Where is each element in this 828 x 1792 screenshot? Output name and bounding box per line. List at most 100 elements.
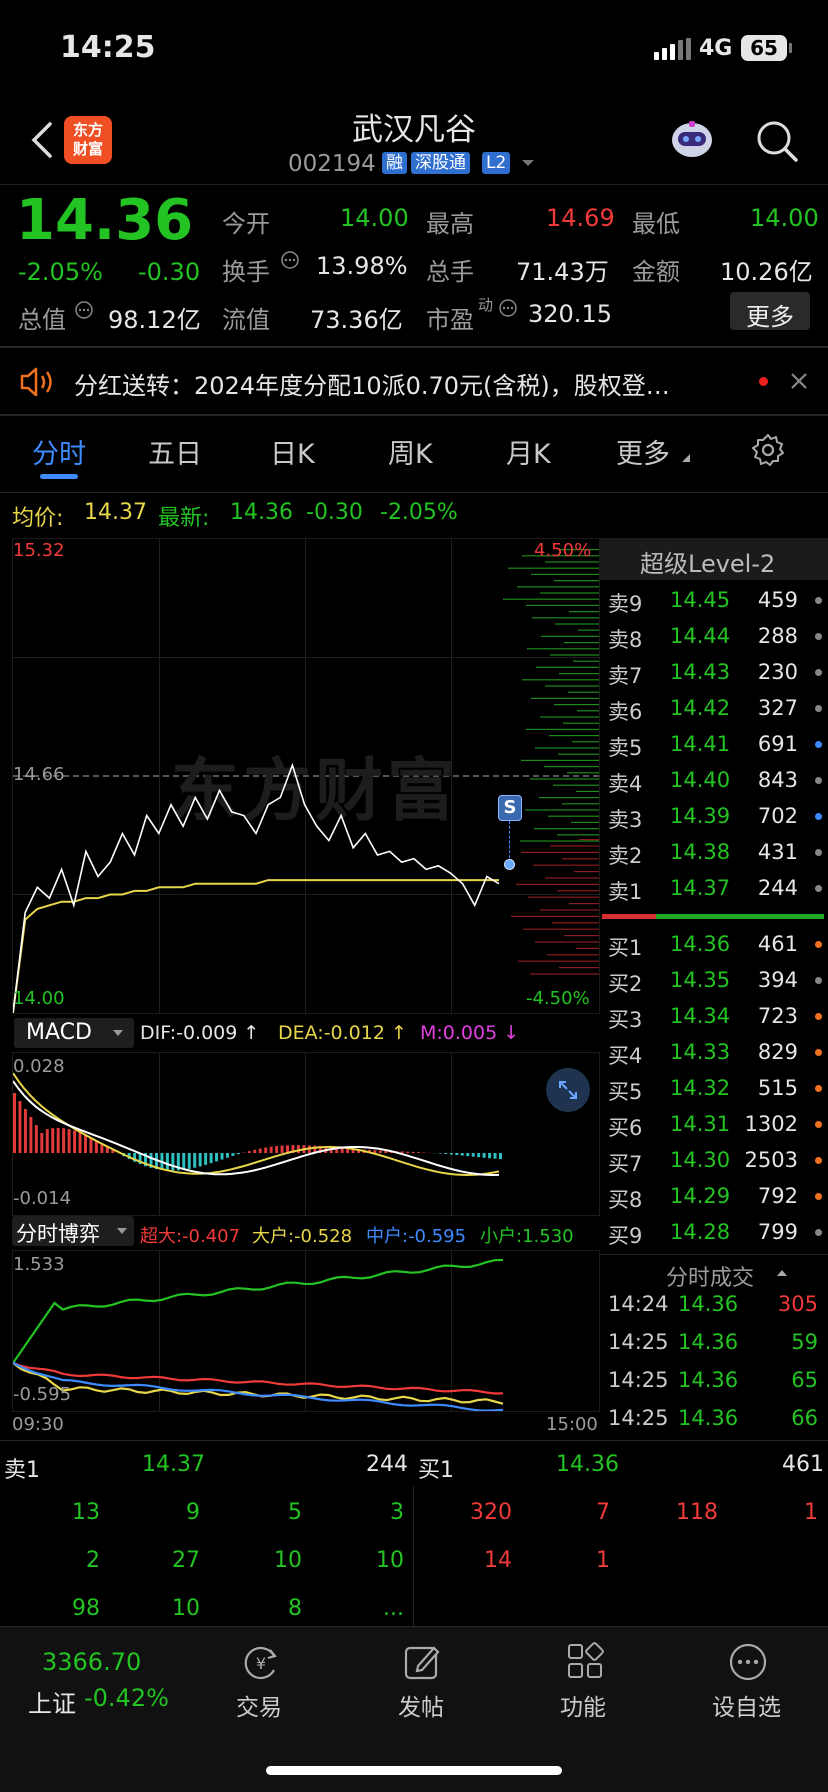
info-icon[interactable] — [280, 250, 300, 270]
bottom-nav: 3366.70 上证 -0.42% ¥ 交易 发帖 功能 设自选 — [0, 1626, 828, 1792]
buy-row[interactable]: 买9 14.28 799 — [606, 1214, 828, 1250]
tab-monthly-k[interactable]: 月K — [506, 432, 551, 471]
sell-row[interactable]: 卖9 14.45 459 — [606, 582, 828, 618]
buy-row[interactable]: 买8 14.29 792 — [606, 1178, 828, 1214]
sell-row[interactable]: 卖7 14.43 230 — [606, 654, 828, 690]
tab-five-day[interactable]: 五日 — [148, 432, 202, 471]
tab-weekly-k[interactable]: 周K — [388, 432, 433, 471]
sell-level-label: 卖6 — [608, 700, 643, 724]
buy-row[interactable]: 买6 14.31 1302 — [606, 1106, 828, 1142]
depth-bar-bid — [579, 839, 599, 841]
sell-row[interactable]: 卖4 14.40 843 — [606, 762, 828, 798]
macd-bar — [466, 1153, 470, 1157]
order-dot-icon — [815, 741, 822, 748]
depth-bar-ask — [526, 604, 599, 606]
macd-bar — [400, 1151, 404, 1153]
expand-chart-button[interactable] — [546, 1068, 590, 1112]
depth-bar-ask — [540, 716, 599, 718]
boyi-chart[interactable] — [12, 1250, 600, 1412]
settings-gear-icon[interactable] — [750, 432, 786, 468]
buy-level-label: 买9 — [608, 1224, 643, 1248]
sell-row[interactable]: 卖8 14.44 288 — [606, 618, 828, 654]
robot-assistant-icon[interactable] — [668, 118, 716, 162]
small-holder-line — [13, 1258, 504, 1364]
sell-row[interactable]: 卖6 14.42 327 — [606, 690, 828, 726]
depth-bar-ask — [567, 772, 599, 774]
sell-row[interactable]: 卖5 14.41 691 — [606, 726, 828, 762]
buy-level-label: 买3 — [608, 1008, 643, 1032]
level2-title: 超级Level-2 — [640, 550, 776, 578]
depth-bar-ask — [531, 573, 599, 575]
buy-volume: 799 — [757, 1220, 798, 1244]
depth-bar-ask — [557, 834, 599, 836]
buy-row[interactable]: 买5 14.32 515 — [606, 1070, 828, 1106]
depth-bar-ask — [526, 728, 599, 730]
sell-volume: 691 — [757, 732, 798, 756]
intraday-chart[interactable]: 东方财富 S — [12, 538, 600, 1014]
nav-watchlist[interactable]: 设自选 — [696, 1632, 806, 1732]
buy-row[interactable]: 买7 14.30 2503 — [606, 1142, 828, 1178]
queue-sell-cell: 3 — [390, 1500, 404, 1525]
home-indicator[interactable] — [266, 1766, 562, 1775]
queue-sell-cell: 8 — [288, 1596, 302, 1621]
depth-bar-ask — [532, 617, 599, 619]
buy-level-label: 买1 — [608, 936, 643, 960]
buy-level-label: 买4 — [608, 1044, 643, 1068]
more-button[interactable]: 更多 — [730, 292, 810, 331]
float-value: 73.36亿 — [310, 306, 403, 334]
depth-bar-ask — [539, 797, 599, 799]
search-icon[interactable] — [754, 118, 800, 164]
connect-badge: 深股通 — [411, 152, 470, 174]
macd-chart[interactable] — [12, 1052, 600, 1216]
current-point — [504, 859, 515, 870]
macd-bar — [417, 1152, 421, 1153]
buy-row[interactable]: 买4 14.33 829 — [606, 1034, 828, 1070]
sell-level-label: 卖4 — [608, 772, 643, 796]
nav-post[interactable]: 发帖 — [372, 1632, 472, 1732]
ticks-title[interactable]: 分时成交 — [666, 1260, 754, 1292]
tab-intraday[interactable]: 分时 — [32, 432, 86, 471]
buy-row[interactable]: 买3 14.34 723 — [606, 998, 828, 1034]
amount-value: 10.26亿 — [720, 258, 813, 286]
dropdown-icon — [113, 1030, 123, 1036]
macd-bar — [23, 1109, 27, 1153]
tick-row: 14:25 14.36 66 — [606, 1406, 828, 1442]
spread-divider — [602, 914, 824, 919]
buy-row[interactable]: 买2 14.35 394 — [606, 962, 828, 998]
info-icon[interactable] — [74, 300, 94, 320]
sell-row[interactable]: 卖1 14.37 244 — [606, 870, 828, 906]
notice-bar[interactable]: 分红送转：2024年度分配10派0.70元(含税)，股权登… — [0, 350, 828, 412]
level2-header[interactable]: 超级Level-2 — [600, 538, 828, 580]
sell-row[interactable]: 卖2 14.38 431 — [606, 834, 828, 870]
queue-sell-cell: 27 — [172, 1548, 200, 1573]
close-icon[interactable] — [788, 370, 810, 392]
macd-bar — [225, 1153, 229, 1158]
dropdown-icon[interactable] — [520, 157, 536, 169]
tab-more[interactable]: 更多 — [616, 432, 670, 471]
macd-bar — [444, 1153, 448, 1155]
tab-daily-k[interactable]: 日K — [270, 432, 315, 471]
status-time: 14:25 — [60, 30, 156, 65]
buy-price: 14.34 — [670, 1004, 731, 1028]
buy-row[interactable]: 买1 14.36 461 — [606, 926, 828, 962]
macd-selector[interactable]: MACD — [14, 1018, 134, 1048]
info-icon[interactable] — [498, 298, 518, 318]
signal-s-badge[interactable]: S — [498, 795, 522, 821]
more-button-label: 更多 — [746, 303, 794, 331]
tick-time: 14:25 — [608, 1406, 669, 1430]
queue-sell-cell: 9 — [186, 1500, 200, 1525]
nav-function[interactable]: 功能 — [534, 1632, 634, 1732]
boyi-selector[interactable]: 分时博弈 — [12, 1216, 134, 1246]
tick-row: 14:25 14.36 59 — [606, 1330, 828, 1366]
depth-bar-bid — [511, 915, 599, 917]
sell-volume: 431 — [757, 840, 798, 864]
order-dot-icon — [815, 1121, 822, 1128]
depth-bar-ask — [503, 598, 599, 600]
depth-bar-ask — [531, 697, 599, 699]
buy-volume: 394 — [757, 968, 798, 992]
macd-bar — [209, 1153, 213, 1164]
index-ticker[interactable]: 3366.70 上证 -0.42% — [0, 1626, 176, 1736]
sell-row[interactable]: 卖3 14.39 702 — [606, 798, 828, 834]
nav-trade[interactable]: ¥ 交易 — [210, 1632, 310, 1732]
depth-bar-ask — [554, 580, 599, 582]
